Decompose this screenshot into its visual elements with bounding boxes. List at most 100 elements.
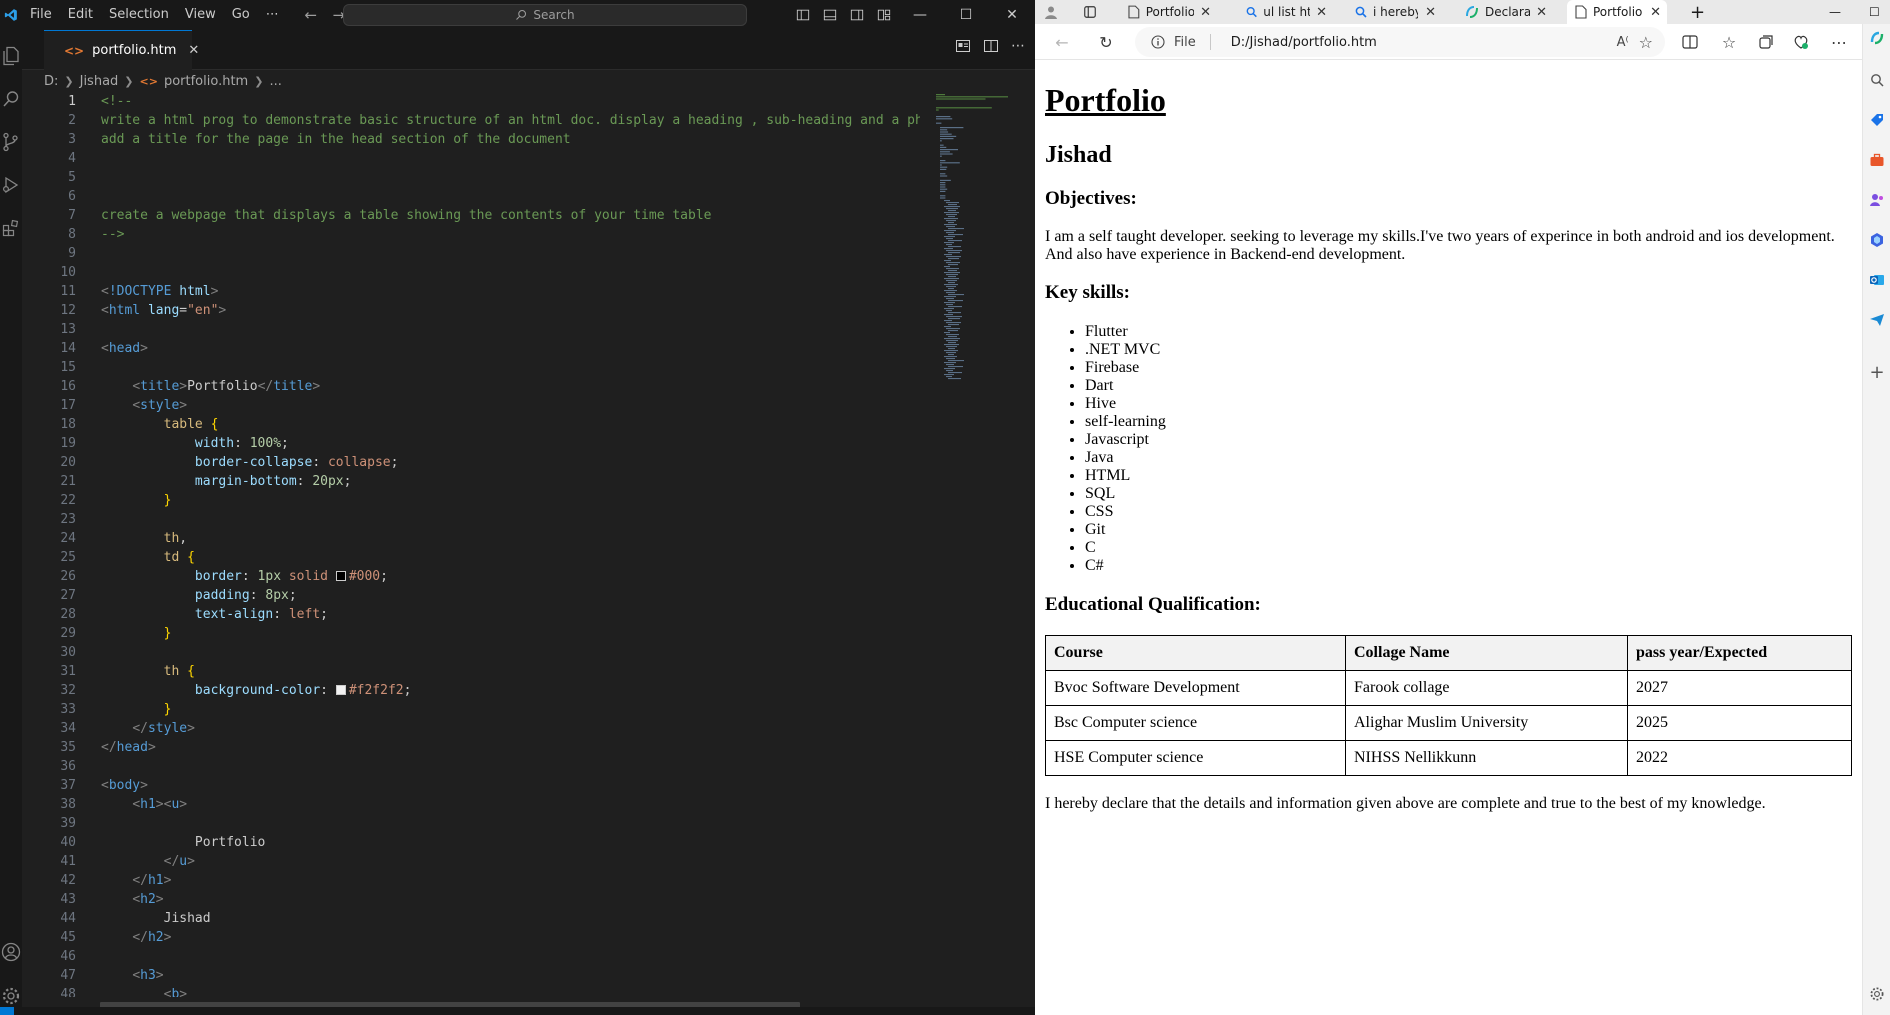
code-line[interactable]: 36 <box>22 757 920 776</box>
workspaces-icon[interactable] <box>1075 0 1105 24</box>
browser-tab-3[interactable]: Declarati ✕ <box>1457 0 1553 24</box>
code-line[interactable]: 19 width: 100%; <box>22 434 920 453</box>
toggle-primary-sidebar-icon[interactable] <box>789 0 816 30</box>
code-line[interactable]: 9 <box>22 244 920 263</box>
games-icon[interactable] <box>1867 190 1887 210</box>
maximize-icon[interactable]: ☐ <box>943 0 989 30</box>
code-line[interactable]: 17 <style> <box>22 396 920 415</box>
code-line[interactable]: 37 <body> <box>22 776 920 795</box>
close-tab-icon[interactable]: ✕ <box>1200 5 1217 20</box>
accounts-icon[interactable] <box>0 936 22 968</box>
toggle-secondary-sidebar-icon[interactable] <box>843 0 870 30</box>
microsoft-365-icon[interactable] <box>1867 230 1887 250</box>
search-icon[interactable] <box>1867 70 1887 90</box>
code-line[interactable]: 29 } <box>22 624 920 643</box>
code-line[interactable]: 10 <box>22 263 920 282</box>
code-line[interactable]: 6 <box>22 187 920 206</box>
code-line[interactable]: 14 <head> <box>22 339 920 358</box>
shopping-tag-icon[interactable] <box>1867 110 1887 130</box>
code-line[interactable]: 13 <box>22 320 920 339</box>
code-line[interactable]: 28 text-align: left; <box>22 605 920 624</box>
code-line[interactable]: 4 <box>22 149 920 168</box>
back-arrow-icon[interactable]: ← <box>297 6 325 24</box>
favorite-star-icon[interactable]: ☆ <box>1639 33 1653 52</box>
remote-indicator[interactable] <box>0 1007 14 1015</box>
code-line[interactable]: 47 <h3> <box>22 966 920 985</box>
code-line[interactable]: 2 write a html prog to demonstrate basic … <box>22 111 920 130</box>
search-view-icon[interactable] <box>0 83 22 115</box>
code-line[interactable]: 42 </h1> <box>22 871 920 890</box>
minimap[interactable] <box>930 92 1030 382</box>
refresh-icon[interactable]: ↻ <box>1093 29 1119 55</box>
toggle-panel-icon[interactable] <box>816 0 843 30</box>
browser-essentials-icon[interactable] <box>1788 29 1814 55</box>
close-tab-icon[interactable]: ✕ <box>1650 5 1667 20</box>
code-line[interactable]: 7 create a webpage that displays a table … <box>22 206 920 225</box>
code-line[interactable]: 33 } <box>22 700 920 719</box>
tab-portfolio-htm[interactable]: <> portfolio.htm ✕ <box>44 30 199 70</box>
code-line[interactable]: 30 <box>22 643 920 662</box>
back-arrow-icon[interactable]: ← <box>1049 29 1075 55</box>
user-profile-avatar[interactable] <box>1035 0 1071 24</box>
command-center-search[interactable]: Search <box>343 4 747 26</box>
read-aloud-icon[interactable]: A⁽ <box>1617 35 1629 50</box>
code-line[interactable]: 23 <box>22 510 920 529</box>
menu-file[interactable]: File <box>22 0 60 30</box>
code-editor[interactable]: 1 <!-- 2 write a html prog to demonstrate b… <box>22 92 920 997</box>
close-tab-icon[interactable]: ✕ <box>1316 5 1333 20</box>
breadcrumb-symbol[interactable]: ... <box>269 74 281 89</box>
close-tab-icon[interactable]: ✕ <box>1536 5 1553 20</box>
open-preview-icon[interactable] <box>955 38 971 58</box>
breadcrumb-file[interactable]: portfolio.htm <box>164 74 248 89</box>
tools-briefcase-icon[interactable] <box>1867 150 1887 170</box>
vscode-logo-icon[interactable] <box>0 0 22 30</box>
close-tab-icon[interactable]: ✕ <box>1425 5 1442 20</box>
code-line[interactable]: 34 </style> <box>22 719 920 738</box>
browser-tab-1[interactable]: ul list htm ✕ <box>1238 0 1333 24</box>
code-line[interactable]: 3 add a title for the page in the head se… <box>22 130 920 149</box>
code-line[interactable]: 43 <h2> <box>22 890 920 909</box>
info-icon[interactable] <box>1151 35 1165 49</box>
code-line[interactable]: 41 </u> <box>22 852 920 871</box>
more-actions-icon[interactable]: ⋯ <box>1011 38 1025 58</box>
split-screen-icon[interactable] <box>1677 29 1703 55</box>
window-minimize-icon[interactable]: — <box>1821 0 1851 24</box>
breadcrumb-folder[interactable]: Jishad <box>80 74 119 89</box>
code-line[interactable]: 20 border-collapse: collapse; <box>22 453 920 472</box>
code-line[interactable]: 32 background-color: #f2f2f2; <box>22 681 920 700</box>
new-tab-plus-icon[interactable]: + <box>1682 0 1708 24</box>
code-line[interactable]: 27 padding: 8px; <box>22 586 920 605</box>
sidebar-settings-gear-icon[interactable] <box>1867 984 1887 1004</box>
explorer-icon[interactable] <box>0 40 22 72</box>
code-line[interactable]: 15 <box>22 358 920 377</box>
telegram-send-icon[interactable] <box>1867 310 1887 330</box>
code-line[interactable]: 5 <box>22 168 920 187</box>
code-line[interactable]: 22 } <box>22 491 920 510</box>
code-line[interactable]: 1 <!-- <box>22 92 920 111</box>
favorites-icon[interactable]: ☆ <box>1716 29 1742 55</box>
code-line[interactable]: 24 th, <box>22 529 920 548</box>
source-control-icon[interactable] <box>0 126 22 158</box>
code-line[interactable]: 18 table { <box>22 415 920 434</box>
code-line[interactable]: 48 <b> <box>22 985 920 997</box>
browser-tab-2[interactable]: i hereby ✕ <box>1347 0 1442 24</box>
code-line[interactable]: 8 --> <box>22 225 920 244</box>
code-line[interactable]: 21 margin-bottom: 20px; <box>22 472 920 491</box>
code-line[interactable]: 40 Portfolio <box>22 833 920 852</box>
copilot-icon[interactable] <box>1867 28 1887 48</box>
code-line[interactable]: 38 <h1><u> <box>22 795 920 814</box>
settings-more-icon[interactable]: ⋯ <box>1826 29 1852 55</box>
breadcrumb-drive[interactable]: D: <box>44 74 58 89</box>
minimize-icon[interactable]: — <box>897 0 943 30</box>
code-line[interactable]: 11 <!DOCTYPE html> <box>22 282 920 301</box>
outlook-icon[interactable] <box>1867 270 1887 290</box>
extensions-icon[interactable] <box>0 212 22 244</box>
menu-view[interactable]: View <box>177 0 224 30</box>
browser-tab-4-active[interactable]: Portfolio ✕ <box>1567 0 1667 24</box>
code-line[interactable]: 35 </head> <box>22 738 920 757</box>
split-editor-icon[interactable] <box>983 38 999 58</box>
code-line[interactable]: 16 <title>Portfolio</title> <box>22 377 920 396</box>
run-debug-icon[interactable] <box>0 169 22 201</box>
menu-more[interactable]: ⋯ <box>258 0 287 30</box>
menu-edit[interactable]: Edit <box>60 0 101 30</box>
